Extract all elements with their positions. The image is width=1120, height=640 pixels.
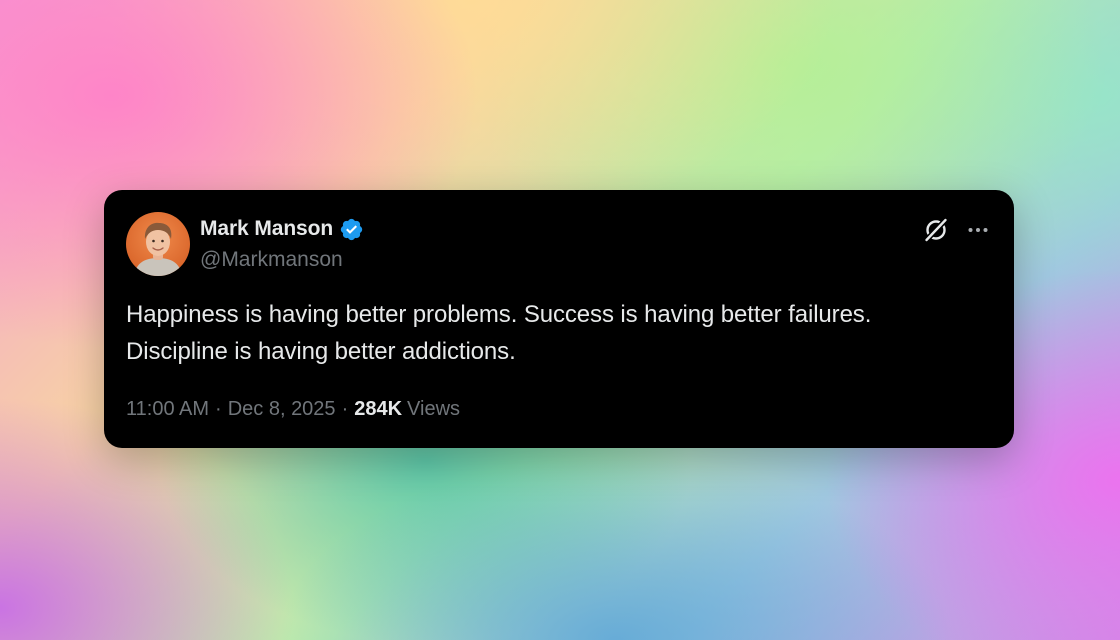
tweet-text: Happiness is having better problems. Suc… [126, 296, 996, 370]
tweet-card[interactable]: Mark Manson @Markmanson Happiness is hav… [104, 190, 1014, 448]
author-block: Mark Manson @Markmanson [200, 216, 364, 272]
grok-icon[interactable] [922, 216, 950, 244]
meta-separator: · [215, 398, 222, 420]
views-label[interactable]: Views [407, 398, 460, 421]
tweet-text-line: Discipline is having better addictions. [126, 338, 516, 365]
avatar[interactable] [126, 212, 190, 276]
tweet-actions [922, 216, 990, 244]
avatar-image [126, 212, 190, 276]
author-handle[interactable]: @Markmanson [200, 248, 364, 272]
author-name-row: Mark Manson [200, 216, 364, 242]
meta-separator: · [341, 398, 349, 420]
tweet-meta: 11:00 AM · Dec 8, 2025 · 284K Views [126, 398, 460, 421]
views-count[interactable]: 284K [354, 398, 402, 421]
tweet-time[interactable]: 11:00 AM [126, 398, 209, 421]
tweet-date[interactable]: Dec 8, 2025 [228, 398, 336, 421]
tweet-text-line: Happiness is having better problems. Suc… [126, 301, 872, 328]
verified-badge-icon [339, 217, 364, 242]
more-options-icon[interactable] [966, 218, 990, 242]
author-name[interactable]: Mark Manson [200, 217, 333, 241]
